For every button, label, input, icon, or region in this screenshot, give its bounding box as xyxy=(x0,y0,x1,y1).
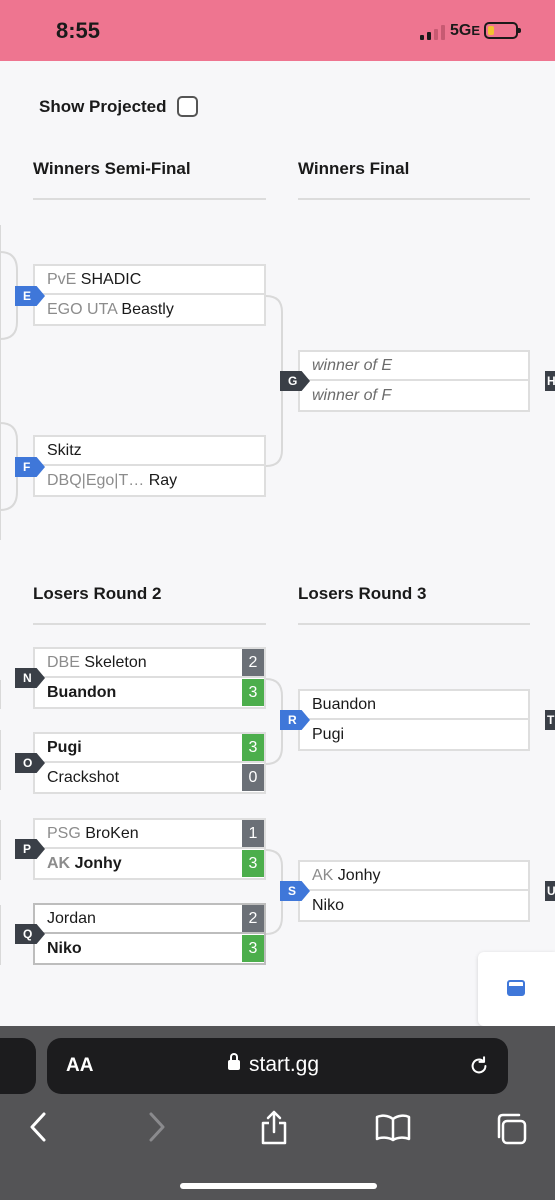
previous-tab-pill[interactable] xyxy=(0,1038,36,1094)
match-tag-next: H xyxy=(545,371,555,391)
reader-settings-button[interactable]: AA xyxy=(66,1055,93,1077)
match-S[interactable]: AK Jonhy Niko xyxy=(298,860,530,922)
match-slot[interactable]: Pugi xyxy=(298,720,530,751)
match-G[interactable]: winner of E winner of F xyxy=(298,350,530,412)
score-badge: 0 xyxy=(242,764,264,791)
match-N[interactable]: DBE Skeleton 2 Buandon 3 xyxy=(33,647,266,709)
tabs-icon[interactable] xyxy=(494,1112,528,1146)
lock-icon xyxy=(228,1053,240,1070)
match-slot[interactable]: Crackshot 0 xyxy=(33,763,266,794)
match-E[interactable]: PvE SHADIC EGO UTA Beastly xyxy=(33,264,266,326)
match-Q[interactable]: Jordan 2 Niko 3 xyxy=(33,903,266,965)
match-F[interactable]: Skitz DBQ|Ego|T… Ray xyxy=(33,435,266,497)
match-slot[interactable]: EGO UTA Beastly xyxy=(33,295,266,326)
score-badge: 3 xyxy=(242,679,264,706)
score-badge: 2 xyxy=(242,905,264,932)
score-badge: 3 xyxy=(242,935,264,962)
match-tag-next: U xyxy=(545,881,555,901)
address-bar[interactable]: AA start.gg xyxy=(47,1038,508,1094)
match-slot[interactable]: Buandon 3 xyxy=(33,678,266,709)
back-icon[interactable] xyxy=(27,1110,49,1144)
forward-icon[interactable] xyxy=(146,1110,168,1144)
bookmarks-icon[interactable] xyxy=(375,1114,411,1142)
match-slot[interactable]: DBQ|Ego|T… Ray xyxy=(33,466,266,497)
match-slot[interactable]: PSG BroKen 1 xyxy=(33,818,266,849)
match-slot[interactable]: Niko xyxy=(298,891,530,922)
match-slot[interactable]: Skitz xyxy=(33,435,266,466)
score-badge: 1 xyxy=(242,820,264,847)
browser-toolbar: AA start.gg xyxy=(0,1026,555,1200)
match-slot[interactable]: winner of E xyxy=(298,350,530,381)
match-slot[interactable]: Niko 3 xyxy=(33,934,266,965)
reload-icon[interactable] xyxy=(468,1055,490,1077)
match-slot[interactable]: winner of F xyxy=(298,381,530,412)
url-text[interactable]: start.gg xyxy=(249,1053,319,1077)
match-slot[interactable]: AK Jonhy 3 xyxy=(33,849,266,880)
score-badge: 3 xyxy=(242,850,264,877)
window-icon xyxy=(507,980,525,996)
share-icon[interactable] xyxy=(259,1110,289,1146)
match-P[interactable]: PSG BroKen 1 AK Jonhy 3 xyxy=(33,818,266,880)
match-slot[interactable]: PvE SHADIC xyxy=(33,264,266,295)
score-badge: 3 xyxy=(242,734,264,761)
chat-window-button[interactable] xyxy=(478,952,555,1026)
match-slot[interactable]: Pugi 3 xyxy=(33,732,266,763)
home-indicator xyxy=(180,1183,377,1189)
match-slot[interactable]: Jordan 2 xyxy=(33,903,266,934)
match-tag-next: T xyxy=(545,710,555,730)
match-slot[interactable]: Buandon xyxy=(298,689,530,720)
match-slot[interactable]: DBE Skeleton 2 xyxy=(33,647,266,678)
match-R[interactable]: Buandon Pugi xyxy=(298,689,530,751)
match-O[interactable]: Pugi 3 Crackshot 0 xyxy=(33,732,266,794)
match-slot[interactable]: AK Jonhy xyxy=(298,860,530,891)
score-badge: 2 xyxy=(242,649,264,676)
